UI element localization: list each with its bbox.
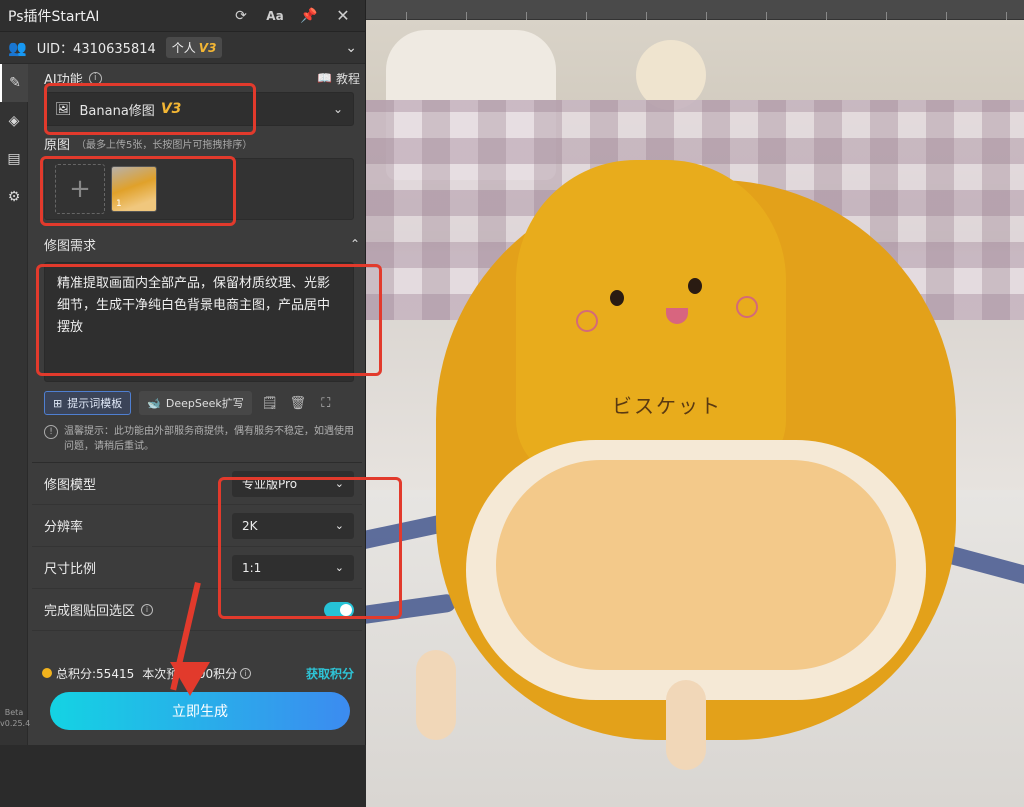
chevron-down-icon: ⌄ [334, 561, 344, 574]
book-icon: 📖 [317, 71, 332, 85]
chevron-up-icon[interactable]: ⌃ [350, 237, 360, 251]
photo-sofa-face [576, 270, 758, 360]
deepseek-whale-icon: 🐋 [147, 396, 161, 410]
expand-icon[interactable]: ⛶ [316, 392, 336, 414]
user-uid: UID：4310635814 [36, 42, 156, 57]
horizontal-ruler [366, 0, 1024, 20]
account-tier-badge: 个人 V3 [165, 37, 223, 58]
requirement-header[interactable]: 修图需求 ⌃ [32, 230, 362, 258]
annotation-arrow-head [170, 662, 210, 696]
ratio-select[interactable]: 1:1 ⌄ [232, 554, 354, 581]
resolution-row: 分辨率 2K ⌄ [32, 505, 362, 547]
model-select[interactable]: 专业版Pro ⌄ [232, 470, 354, 497]
deepseek-expand-button[interactable]: 🐋 DeepSeek扩写 [139, 391, 252, 415]
coin-icon [42, 668, 52, 678]
pin-icon[interactable]: 📌 [295, 2, 323, 30]
user-bar[interactable]: 👥 UID：4310635814 个人 V3 ⌄ [0, 32, 365, 64]
chevron-down-icon: ⌄ [334, 477, 344, 490]
layers-icon[interactable]: ◈ [0, 102, 28, 140]
ai-function-select[interactable]: 🖼 Banana修图 V3 ⌄ [44, 92, 354, 126]
info-icon[interactable]: i [240, 667, 252, 679]
requirement-toolbar: ⊞ 提示词模板 🐋 DeepSeek扩写 🗒 🗑 ⛶ [44, 388, 354, 418]
panel-title: Ps插件StartAI [8, 8, 100, 25]
trash-icon[interactable]: 🗑 [288, 392, 308, 414]
brush-icon[interactable]: ✎ [0, 64, 28, 102]
canvas-area[interactable]: ビスケット [366, 0, 1024, 807]
app-window: ビスケット Ps插件StartAI ⟳ Aa 📌 ✕ 👥 UID：4310635… [0, 0, 1024, 807]
refresh-icon[interactable]: ⟳ [227, 2, 255, 30]
service-notice: ! 温馨提示：此功能由外部服务商提供，偶有服务不稳定，如遇使用问题，请稍后重试。 [44, 424, 354, 454]
template-icon: ⊞ [53, 396, 63, 410]
chevron-down-icon: ⌄ [332, 102, 343, 116]
image-thumbnail[interactable]: 1 [111, 166, 157, 212]
panel-sidebar: ✎ ◈ ▤ ⚙ Beta v0.25.4 [0, 64, 31, 745]
paste-back-toggle[interactable] [324, 601, 354, 618]
resolution-select[interactable]: 2K ⌄ [232, 512, 354, 539]
requirement-textarea[interactable]: 精准提取画面内全部产品，保留材质纹理、光影细节，生成干净纯白色背景电商主图，产品… [44, 262, 354, 382]
document-photo: ビスケット [366, 20, 1024, 807]
prompt-template-button[interactable]: ⊞ 提示词模板 [44, 391, 132, 415]
gear-icon[interactable]: ⚙ [0, 178, 28, 216]
get-points-link[interactable]: 获取积分 [306, 665, 354, 682]
image-icon: 🖼 [55, 101, 72, 117]
add-image-button[interactable]: + [55, 164, 105, 214]
version-label: Beta v0.25.4 [0, 708, 31, 728]
model-row: 修图模型 专业版Pro ⌄ [32, 463, 362, 505]
save-icon[interactable]: ▤ [0, 140, 28, 178]
source-images-header: 原图 （最多上传5张，长按图片可拖拽排序） [44, 137, 253, 153]
generate-button[interactable]: 立即生成 [50, 692, 350, 730]
panel-content: AI功能 i 📖 教程 🖼 Banana修图 V3 ⌄ 原图 （最多上传5张，长… [32, 64, 362, 631]
history-icon[interactable]: 🗒 [260, 392, 280, 414]
info-icon[interactable]: i [88, 71, 102, 85]
users-icon: 👥 [8, 38, 27, 57]
photo-sofa-lettering: ビスケット [612, 394, 722, 418]
chevron-down-icon[interactable]: ⌄ [345, 40, 357, 56]
info-icon: ! [44, 425, 58, 439]
close-icon[interactable]: ✕ [329, 2, 357, 30]
info-icon[interactable]: i [141, 603, 154, 616]
source-image-strip: + 1 [44, 158, 354, 220]
chevron-down-icon: ⌄ [334, 519, 344, 532]
font-size-icon[interactable]: Aa [261, 2, 289, 30]
tutorial-link[interactable]: 📖 教程 [317, 70, 360, 87]
panel-titlebar: Ps插件StartAI ⟳ Aa 📌 ✕ [0, 0, 365, 32]
ai-function-header: AI功能 i 📖 教程 [44, 70, 360, 88]
